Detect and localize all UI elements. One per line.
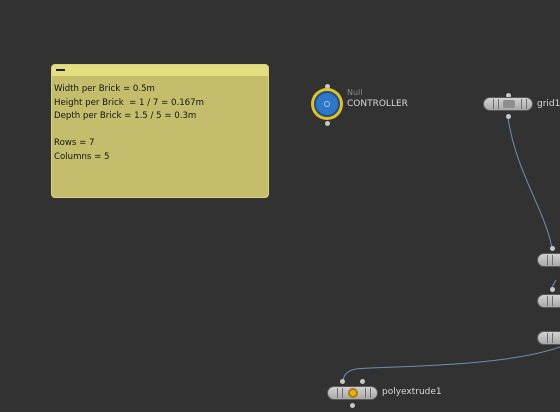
sticky-line: Height per Brick = 1 / 7 = 0.167m <box>54 97 204 108</box>
node-bypass-flag[interactable] <box>547 333 548 343</box>
node-lock-flag[interactable] <box>342 388 343 398</box>
wire-node-chain[interactable] <box>551 279 557 288</box>
polyextrude-icon <box>348 388 358 398</box>
polyextrude-input-port[interactable] <box>360 379 365 384</box>
controller-node-name[interactable]: CONTROLLER <box>347 99 408 109</box>
sticky-title-bar[interactable] <box>52 65 268 76</box>
polyextrude-node[interactable] <box>327 386 378 400</box>
wire-layer <box>342 116 560 382</box>
node-bypass-flag[interactable] <box>547 296 548 306</box>
node-display-flag[interactable] <box>526 99 527 109</box>
node-bypass-flag[interactable] <box>547 255 548 265</box>
wire-to-polyextrude[interactable] <box>342 346 560 382</box>
polyextrude-input-port[interactable] <box>340 379 345 384</box>
minus-icon[interactable] <box>56 69 65 71</box>
offscreen-node[interactable] <box>537 253 560 267</box>
sticky-line: Rows = 7 <box>54 138 95 148</box>
node-display-flag[interactable] <box>370 388 371 398</box>
sticky-line: ​ <box>54 124 268 138</box>
controller-node-type: Null <box>347 88 363 97</box>
node-bypass-flag[interactable] <box>493 99 494 109</box>
node-bypass-flag[interactable] <box>337 388 338 398</box>
polyextrude-node-name[interactable]: polyextrude1 <box>382 387 442 397</box>
sticky-line: Columns = 5 <box>54 151 110 162</box>
network-editor[interactable]: Width per Brick = 0.5m Height per Brick =… <box>0 0 560 412</box>
node-lock-flag[interactable] <box>552 255 553 265</box>
node-template-flag[interactable] <box>365 388 366 398</box>
controller-output-port[interactable] <box>325 121 330 126</box>
sticky-line: Depth per Brick = 1.5 / 5 = 0.3m <box>54 111 197 121</box>
grid-icon <box>503 100 515 108</box>
sticky-note[interactable]: Width per Brick = 0.5m Height per Brick =… <box>51 64 269 198</box>
sticky-note-text[interactable]: Width per Brick = 0.5m Height per Brick =… <box>52 76 268 164</box>
node-output-port[interactable] <box>550 287 555 292</box>
node-lock-flag[interactable] <box>552 296 553 306</box>
node-template-flag[interactable] <box>521 99 522 109</box>
wire-grid-to-node[interactable] <box>507 116 553 249</box>
grid-node-name[interactable]: grid1 <box>537 99 560 109</box>
grid-node[interactable] <box>483 97 533 111</box>
offscreen-node[interactable] <box>537 331 560 345</box>
node-lock-flag[interactable] <box>498 99 499 109</box>
controller-null-node[interactable] <box>311 88 343 120</box>
node-input-port[interactable] <box>550 246 555 251</box>
sticky-line: Width per Brick = 0.5m <box>54 84 155 94</box>
offscreen-node[interactable] <box>537 294 560 308</box>
polyextrude-output-port[interactable] <box>350 403 355 408</box>
null-center-dot <box>324 101 330 107</box>
null-target-icon <box>314 91 340 117</box>
node-lock-flag[interactable] <box>552 333 553 343</box>
grid-output-port[interactable] <box>506 114 511 119</box>
